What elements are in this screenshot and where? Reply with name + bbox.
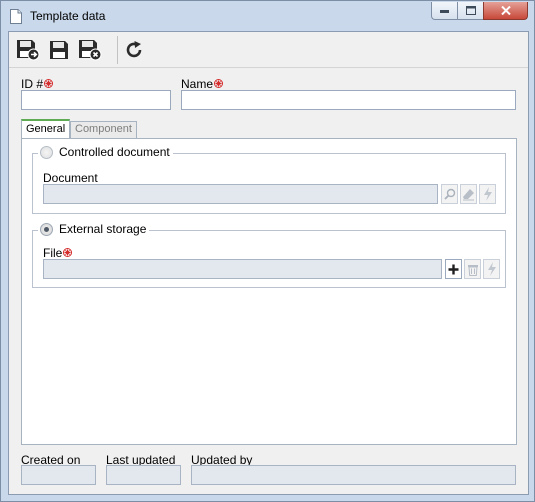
required-icon [44, 79, 54, 88]
name-label-text: Name [181, 77, 214, 91]
id-field[interactable] [21, 90, 171, 110]
save-icon [50, 41, 68, 59]
required-icon [63, 248, 73, 257]
window-controls [431, 2, 528, 20]
name-label: Name [181, 77, 224, 91]
id-label: ID # [21, 77, 54, 91]
file-quick-action-button[interactable] [483, 259, 500, 279]
tab-general[interactable]: General [21, 119, 71, 139]
document-field[interactable] [43, 184, 438, 204]
controlled-document-option[interactable]: Controlled document [38, 145, 173, 159]
save-button[interactable] [46, 37, 72, 63]
save-and-new-icon [17, 40, 40, 61]
controlled-document-radio[interactable] [40, 145, 53, 159]
required-icon [214, 79, 224, 88]
document-label: Document [43, 171, 98, 185]
file-field[interactable] [43, 259, 442, 279]
save-and-new-button[interactable] [15, 37, 41, 63]
file-add-button[interactable] [445, 259, 462, 279]
minimize-button[interactable] [431, 2, 457, 20]
name-field[interactable] [181, 90, 516, 110]
updated-by-field[interactable] [191, 465, 516, 485]
general-tab-panel: Controlled document Document External st… [21, 138, 517, 445]
plus-icon [448, 264, 459, 274]
close-icon [500, 6, 511, 15]
template-data-window: Template data ID # Name General Componen… [0, 0, 535, 502]
maximize-icon [465, 6, 476, 15]
lightning-icon [487, 262, 496, 276]
document-quick-action-button[interactable] [479, 184, 496, 204]
close-button[interactable] [483, 2, 528, 20]
save-and-close-button[interactable] [77, 37, 103, 63]
external-storage-label: External storage [59, 222, 147, 236]
eraser-icon [463, 188, 474, 200]
document-clear-button[interactable] [460, 184, 477, 204]
external-storage-option[interactable]: External storage [38, 222, 150, 236]
id-label-text: ID # [21, 77, 44, 91]
last-updated-field[interactable] [106, 465, 181, 485]
refresh-icon [126, 41, 142, 58]
trash-icon [467, 264, 478, 276]
controlled-document-group: Controlled document Document [32, 145, 506, 214]
lightning-icon [483, 187, 492, 201]
controlled-document-label: Controlled document [59, 145, 170, 159]
file-delete-button[interactable] [464, 259, 481, 279]
dialog-body: ID # Name General Component Controlled d… [8, 31, 529, 495]
minimize-icon [440, 9, 449, 13]
file-label: File [43, 246, 73, 260]
toolbar [9, 32, 528, 68]
toolbar-separator [117, 36, 118, 64]
document-icon [10, 9, 22, 24]
save-and-close-icon [79, 40, 102, 61]
tab-component[interactable]: Component [70, 121, 137, 138]
search-icon [443, 188, 455, 200]
title-bar[interactable]: Template data [1, 1, 534, 31]
created-on-field[interactable] [21, 465, 96, 485]
external-storage-radio[interactable] [40, 222, 53, 236]
file-label-text: File [43, 246, 63, 260]
maximize-button[interactable] [457, 2, 483, 20]
window-title: Template data [30, 9, 106, 23]
refresh-button[interactable] [121, 37, 147, 63]
external-storage-group: External storage File [32, 222, 506, 288]
document-search-button[interactable] [441, 184, 458, 204]
